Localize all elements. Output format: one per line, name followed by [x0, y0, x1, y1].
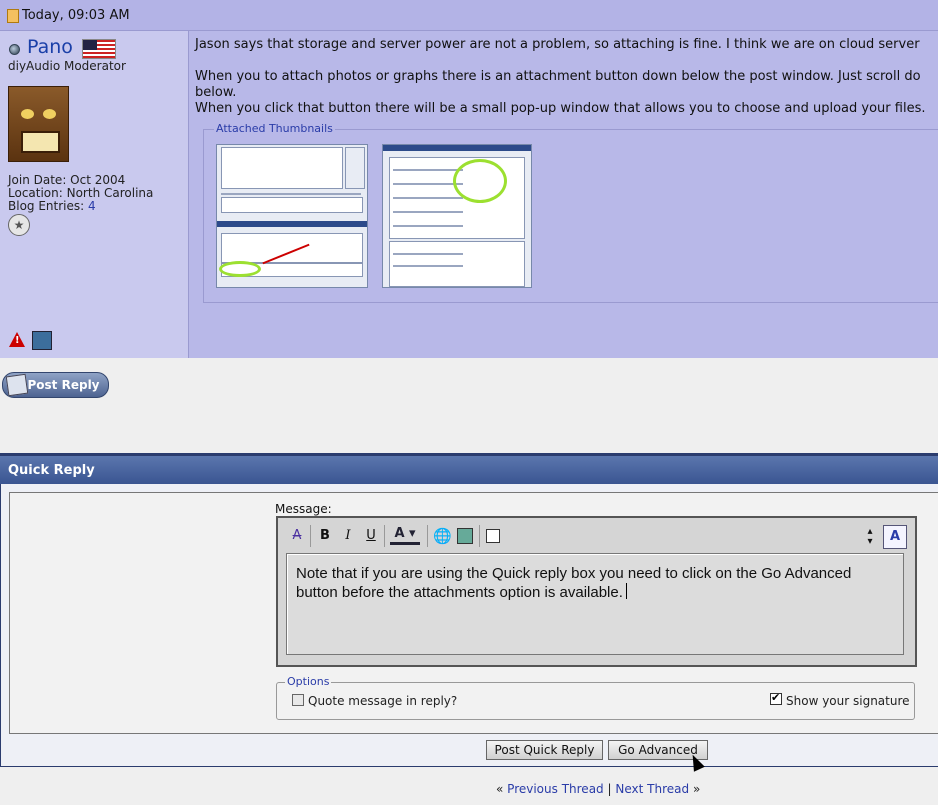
quote-message-label: Quote message in reply?	[308, 694, 458, 708]
user-title: diyAudio Moderator	[8, 59, 126, 73]
blog-entries-label: Blog Entries:	[8, 199, 85, 213]
editor-text: Note that if you are using the Quick rep…	[296, 565, 852, 601]
online-status-icon	[9, 44, 20, 55]
toolbar-separator	[479, 525, 480, 547]
post-header: Today, 09:03 AM	[0, 0, 938, 31]
computer-icon[interactable]	[32, 331, 52, 350]
blog-entries: Blog Entries: 4	[8, 199, 96, 213]
toolbar-separator	[427, 525, 428, 547]
left-arrows: «	[496, 782, 504, 796]
avatar[interactable]	[8, 86, 69, 162]
attached-thumbnails-legend: Attached Thumbnails	[214, 122, 335, 135]
message-label: Message:	[275, 502, 332, 516]
username-link[interactable]: Pano	[27, 36, 73, 58]
insert-image-icon[interactable]	[456, 525, 474, 547]
next-thread-link[interactable]: Next Thread	[615, 782, 689, 796]
post-date: Today, 09:03 AM	[22, 8, 130, 23]
toolbar-separator	[310, 525, 311, 547]
join-date: Join Date: Oct 2004	[8, 173, 126, 187]
text-caret	[625, 583, 627, 599]
nav-separator: |	[607, 782, 612, 796]
thread-navigation: « Previous Thread | Next Thread »	[496, 782, 700, 796]
report-warning-icon[interactable]: !	[9, 332, 25, 347]
quick-reply-title: Quick Reply	[8, 463, 95, 478]
location: Location: North Carolina	[8, 186, 154, 200]
right-arrows: »	[692, 782, 701, 796]
post-message: Jason says that storage and server power…	[189, 31, 938, 358]
remove-format-icon[interactable]: A	[287, 525, 307, 547]
options-legend: Options	[285, 675, 332, 688]
post-status-icon	[7, 9, 19, 23]
underline-icon[interactable]: U	[362, 525, 380, 547]
switch-editor-mode-icon[interactable]: A	[883, 525, 907, 549]
quick-reply-header: Quick Reply	[0, 456, 938, 484]
post-quick-reply-button[interactable]: Post Quick Reply	[486, 740, 603, 760]
message-textarea[interactable]: Note that if you are using the Quick rep…	[286, 553, 904, 655]
quote-message-checkbox[interactable]	[292, 694, 304, 706]
attached-thumbnails: Attached Thumbnails	[203, 122, 938, 303]
resize-editor-icon[interactable]: ▴ ▾	[862, 525, 878, 549]
show-signature-label: Show your signature	[786, 694, 910, 708]
bold-icon[interactable]: B	[316, 525, 334, 547]
show-signature-checkbox[interactable]	[770, 691, 782, 705]
pencil-icon	[5, 373, 29, 397]
post-reply-button[interactable]: Post Reply	[2, 372, 109, 398]
insert-link-icon[interactable]: 🌐	[433, 525, 452, 547]
toolbar-separator	[384, 525, 385, 547]
font-color-icon[interactable]: A ▾	[390, 525, 420, 545]
us-flag-icon	[82, 39, 116, 59]
reputation-star-icon[interactable]: ★	[8, 214, 30, 236]
blog-entries-link[interactable]: 4	[88, 199, 96, 213]
attachment-thumbnail-2[interactable]	[382, 144, 532, 288]
message-text: Jason says that storage and server power…	[195, 37, 926, 116]
attachment-thumbnail-1[interactable]	[216, 144, 368, 288]
italic-icon[interactable]: I	[339, 525, 357, 547]
insert-quote-icon[interactable]	[484, 525, 502, 547]
previous-thread-link[interactable]: Previous Thread	[507, 782, 604, 796]
